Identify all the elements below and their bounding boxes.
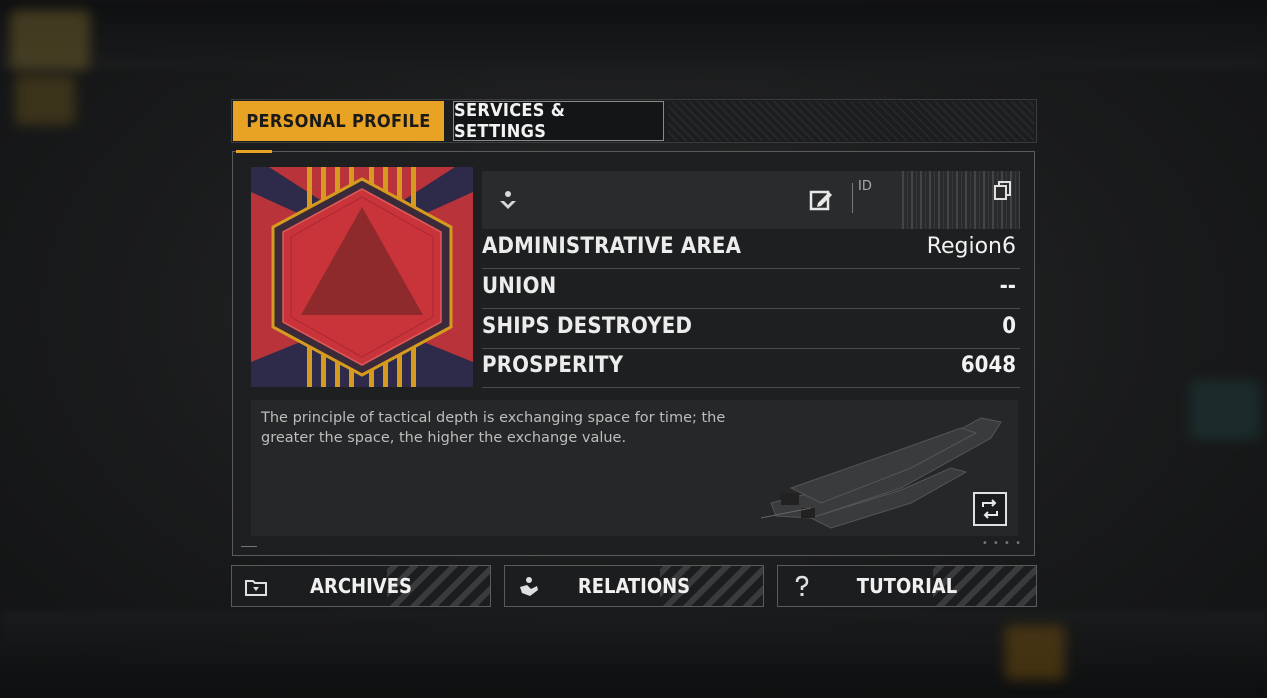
tab-bar-decoration (668, 101, 1034, 141)
background-blur-left (10, 10, 90, 70)
stat-value: Region6 (926, 234, 1016, 259)
card-corner-mark (241, 546, 257, 547)
background-blur-bottom (1005, 625, 1065, 680)
profile-card: ID ADMINISTRATIVE AREA Region6 UNION -- … (232, 150, 1035, 556)
archives-button[interactable]: ARCHIVES (231, 565, 491, 607)
emblem-graphic (251, 167, 473, 387)
tutorial-button[interactable]: TUTORIAL (777, 565, 1037, 607)
stat-label: UNION (482, 274, 557, 299)
stat-value: 0 (1002, 314, 1016, 339)
stat-row-ships-destroyed: SHIPS DESTROYED 0 (482, 310, 1020, 349)
background-bottom-bar (0, 610, 1267, 698)
stat-value: -- (999, 274, 1016, 299)
flagship-image (760, 417, 1002, 529)
background-blur-left2 (15, 75, 75, 125)
stat-label: ADMINISTRATIVE AREA (482, 234, 742, 259)
copy-icon[interactable] (993, 180, 1013, 200)
signature-text: The principle of tactical depth is excha… (261, 410, 726, 446)
edit-icon[interactable] (808, 187, 834, 213)
card-accent-line (236, 150, 272, 153)
background-top-bar (0, 0, 1267, 70)
swap-icon (982, 499, 998, 519)
player-id-bar: ID (482, 171, 1020, 229)
archives-label: ARCHIVES (310, 574, 412, 598)
tab-personal-profile[interactable]: PERSONAL PROFILE (233, 101, 444, 141)
stat-row-administrative-area: ADMINISTRATIVE AREA Region6 (482, 230, 1020, 269)
signature-box: The principle of tactical depth is excha… (251, 400, 1018, 536)
relations-button[interactable]: RELATIONS (504, 565, 764, 607)
stat-label: SHIPS DESTROYED (482, 314, 693, 339)
download-icon[interactable] (496, 189, 520, 213)
tutorial-label: TUTORIAL (856, 574, 958, 598)
profile-panel: PERSONAL PROFILE SERVICES & SETTINGS ID … (231, 99, 1037, 611)
stat-value: 6048 (960, 353, 1016, 378)
stat-label: PROSPERITY (482, 353, 624, 378)
union-emblem (251, 167, 473, 387)
stat-row-prosperity: PROSPERITY 6048 (482, 349, 1020, 388)
id-label: ID (858, 179, 872, 194)
tab-services-settings[interactable]: SERVICES & SETTINGS (453, 100, 664, 142)
stat-row-union: UNION -- (482, 270, 1020, 309)
id-divider (852, 183, 853, 213)
background-blur-right (1190, 380, 1260, 440)
relations-label: RELATIONS (577, 574, 691, 598)
tab-bar: PERSONAL PROFILE SERVICES & SETTINGS (231, 99, 1037, 143)
card-dots: • • • • (981, 538, 1022, 549)
swap-ship-button[interactable] (973, 492, 1007, 526)
